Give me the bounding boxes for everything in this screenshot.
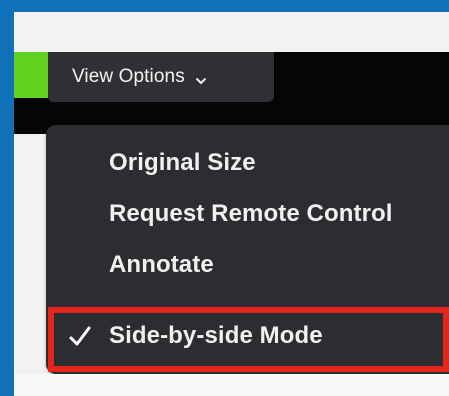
active-status-indicator (14, 52, 48, 98)
view-options-menu: Original Size Request Remote Control Ann… (46, 125, 449, 374)
top-bar (14, 12, 449, 52)
view-options-button[interactable]: View Options (48, 52, 274, 102)
view-options-label: View Options (72, 66, 185, 87)
chevron-down-icon (195, 71, 207, 84)
bottom-area (14, 374, 449, 396)
menu-item-original-size[interactable]: Original Size (109, 149, 256, 177)
menu-item-side-by-side-mode[interactable]: Side-by-side Mode (109, 322, 323, 350)
menu-item-request-remote-control[interactable]: Request Remote Control (109, 200, 393, 228)
menu-item-annotate[interactable]: Annotate (109, 251, 214, 279)
check-icon (67, 324, 93, 350)
screenshot-frame: View Options Original Size Request Remot… (14, 12, 449, 396)
